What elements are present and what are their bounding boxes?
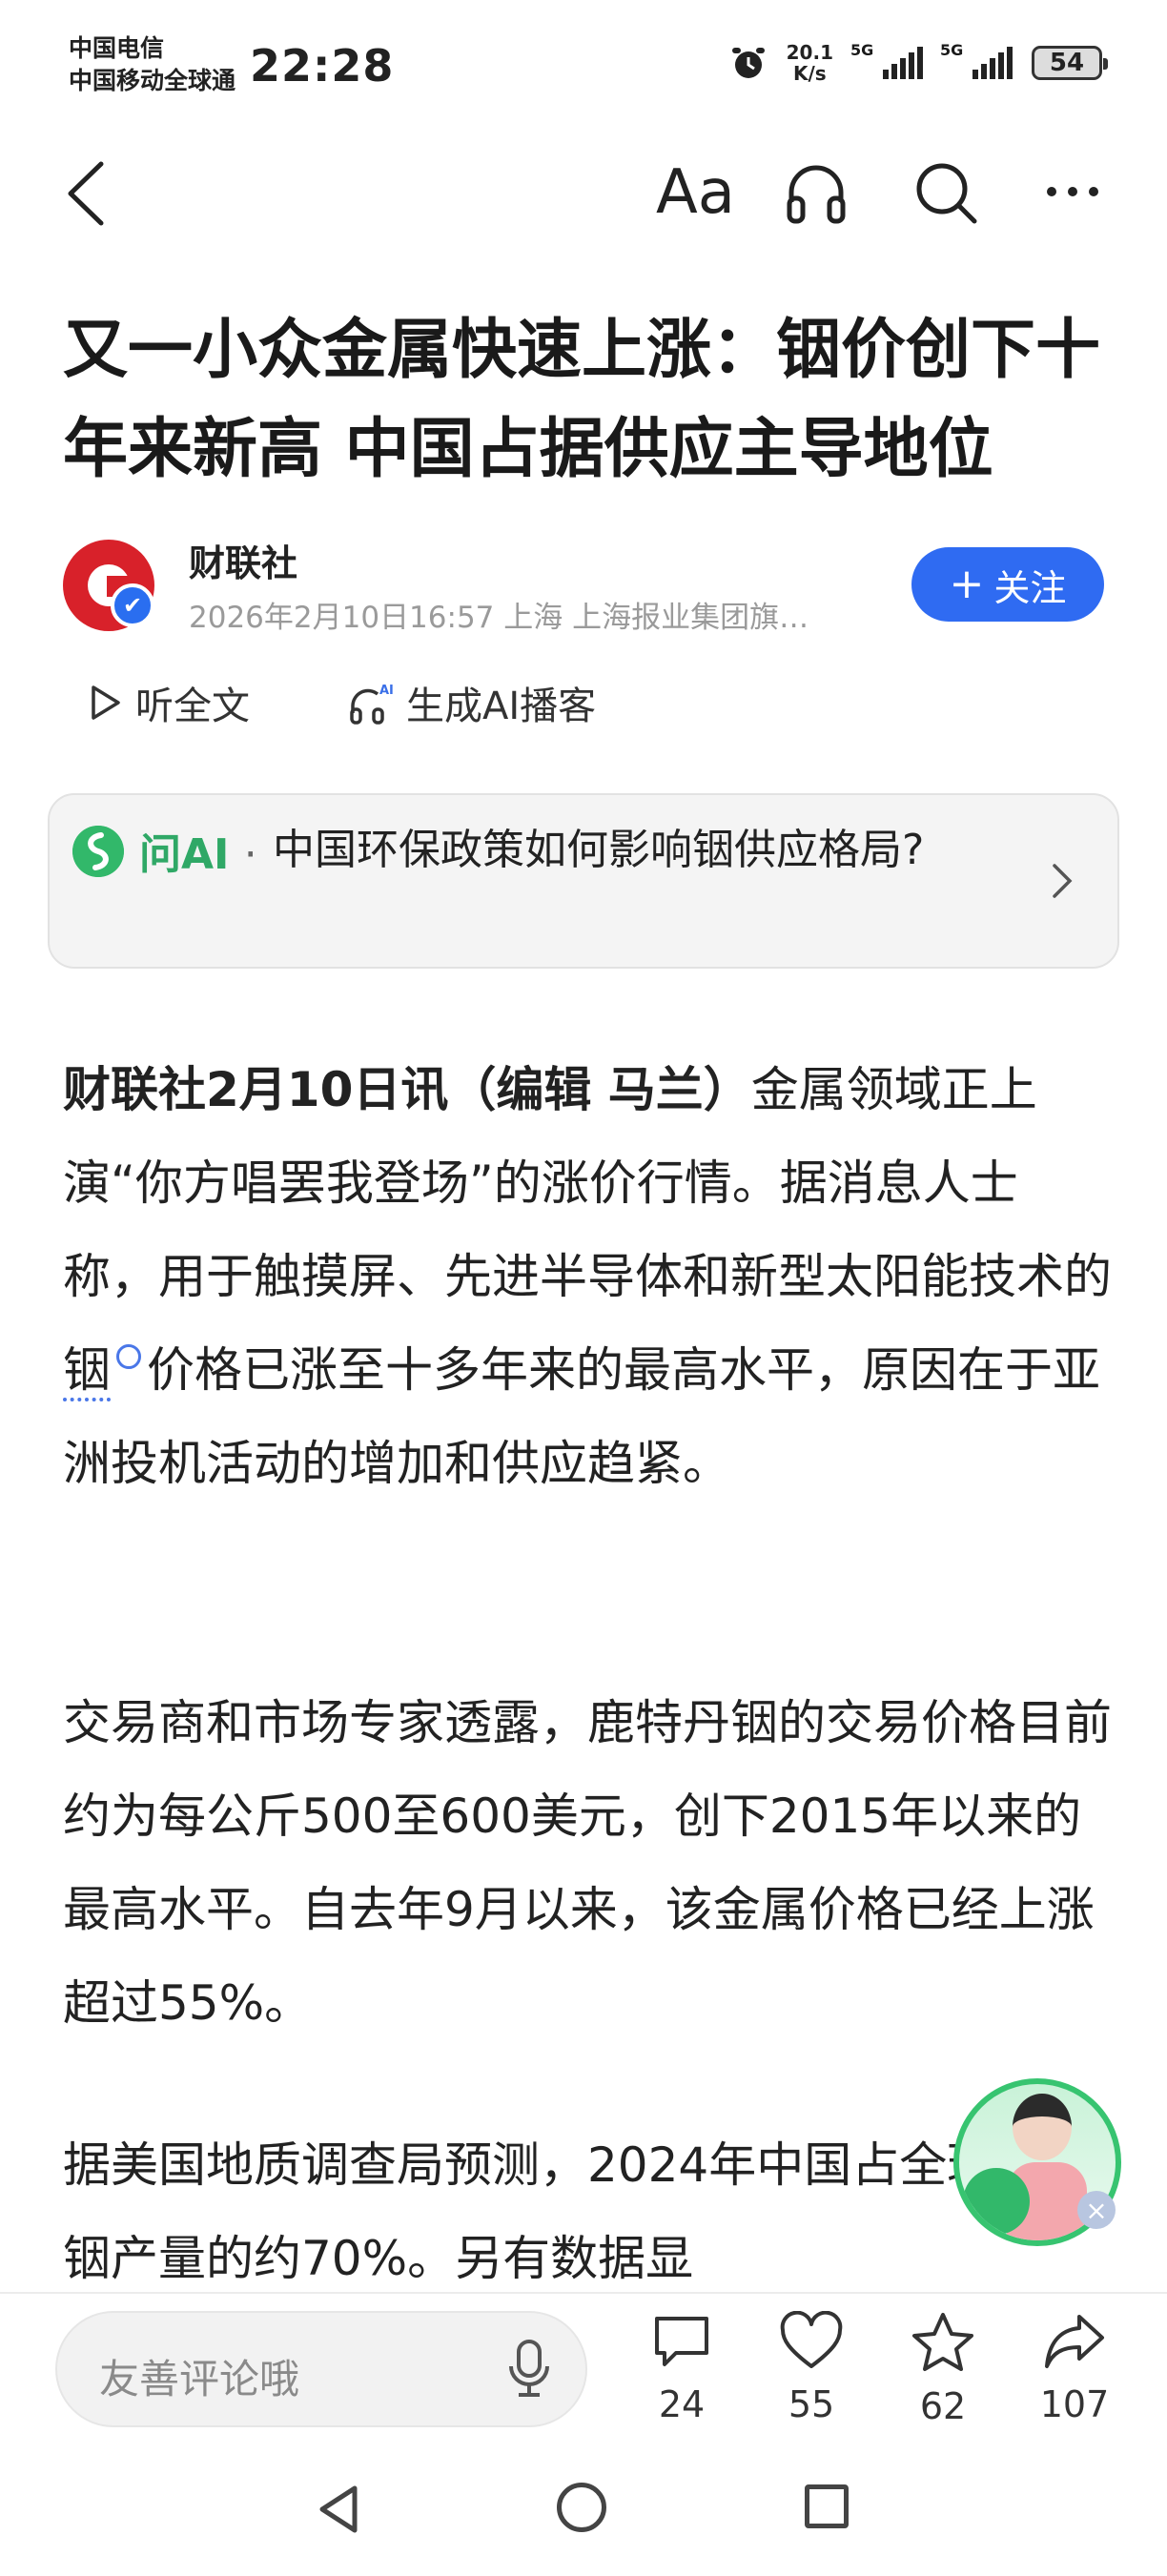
comments-count: 24 xyxy=(658,2383,706,2425)
svg-text:AI: AI xyxy=(379,684,393,698)
share-button[interactable]: 107 xyxy=(1022,2311,1127,2425)
ask-ai-question-text[interactable]: 中国环保政策如何影响铟供应格局? xyxy=(139,818,1016,883)
verified-icon: ✔ xyxy=(111,583,154,627)
font-size-icon[interactable]: Aa xyxy=(656,157,735,228)
chevron-right-icon[interactable] xyxy=(1049,862,1075,900)
listen-label: 听全文 xyxy=(135,685,250,728)
share-icon xyxy=(1045,2315,1104,2368)
carrier-info: 中国电信 中国移动全球通 xyxy=(69,32,235,97)
play-icon xyxy=(92,685,120,720)
carrier-1: 中国电信 xyxy=(69,34,165,62)
net-speed-unit: K/s xyxy=(792,62,827,85)
status-icons: 20.1 K/s 5G 5G 54 xyxy=(729,41,1108,84)
paragraph-1: 财联社2月10日讯（编辑 马兰）金属领域正上演“你方唱罢我登场”的涨价行情。据消… xyxy=(63,1043,1112,1510)
shares-count: 107 xyxy=(1039,2383,1110,2425)
follow-label: 关注 xyxy=(993,566,1067,609)
ask-ai-question: 中国环保政策如何影响铟供应格局? xyxy=(273,826,925,874)
carrier-2: 中国移动全球通 xyxy=(69,67,236,94)
paragraph-1-lead: 财联社2月10日讯（编辑 马兰） xyxy=(63,1062,751,1117)
paragraph-1-text-b: 价格已涨至十多年来的最高水平，原因在于亚洲投机活动的增加和供应趋紧。 xyxy=(63,1342,1100,1491)
ai-logo-icon xyxy=(72,826,124,877)
likes-count: 55 xyxy=(788,2383,835,2425)
clock: 22:28 xyxy=(250,40,395,92)
author-name[interactable]: 财联社 xyxy=(189,534,297,586)
signal-2-icon: 5G xyxy=(940,41,1013,79)
ask-ai-label: 问AI · xyxy=(139,820,257,881)
system-back-icon[interactable] xyxy=(313,2483,366,2536)
signal-1-icon: 5G xyxy=(850,41,923,79)
listen-full-button[interactable]: 听全文 xyxy=(88,675,250,730)
star-icon xyxy=(912,2313,973,2371)
favorites-count: 62 xyxy=(919,2385,967,2427)
heart-icon xyxy=(780,2310,843,2368)
comment-icon xyxy=(655,2317,708,2366)
close-icon[interactable]: × xyxy=(1077,2191,1116,2229)
system-recents-icon[interactable] xyxy=(805,2484,849,2528)
net-speed-value: 20.1 xyxy=(786,41,833,64)
ask-ai-separator: · xyxy=(243,830,257,879)
signal-1-tag: 5G xyxy=(850,41,874,59)
back-icon[interactable] xyxy=(59,160,116,227)
indium-term-link[interactable]: 铟 xyxy=(63,1342,111,1401)
term-hint-icon[interactable] xyxy=(116,1344,141,1370)
ai-podcast-icon: AI xyxy=(350,684,393,725)
comment-placeholder[interactable]: 友善评论哦 xyxy=(99,2347,299,2405)
ai-podcast-button[interactable]: AI 生成AI播客 xyxy=(349,675,596,730)
plus-icon: + xyxy=(949,560,985,608)
battery-icon: 54 xyxy=(1032,46,1108,80)
article-title: 又一小众金属快速上涨：铟价创下十年来新高 中国占据供应主导地位 xyxy=(63,313,1101,487)
podcast-label: 生成AI播客 xyxy=(406,685,597,728)
author-meta: 2026年2月10日16:57 上海 上海报业集团旗… xyxy=(189,601,809,635)
comment-button[interactable]: 24 xyxy=(629,2311,734,2425)
net-speed: 20.1 K/s xyxy=(787,42,833,84)
ask-ai-label-text: 问AI xyxy=(139,830,230,879)
follow-button[interactable]: + 关注 xyxy=(911,547,1104,622)
favorite-button[interactable]: 62 xyxy=(891,2311,995,2427)
headphone-icon[interactable] xyxy=(784,160,849,225)
system-home-icon[interactable] xyxy=(557,2483,606,2532)
more-icon[interactable] xyxy=(1047,187,1098,196)
like-button[interactable]: 55 xyxy=(759,2310,864,2425)
microphone-icon[interactable] xyxy=(505,2338,553,2401)
signal-2-tag: 5G xyxy=(940,41,964,59)
paragraph-2: 交易商和市场专家透露，鹿特丹铟的交易价格目前约为每公斤500至600美元，创下2… xyxy=(63,1695,1112,2031)
search-icon[interactable] xyxy=(913,160,980,227)
alarm-icon xyxy=(731,48,765,78)
